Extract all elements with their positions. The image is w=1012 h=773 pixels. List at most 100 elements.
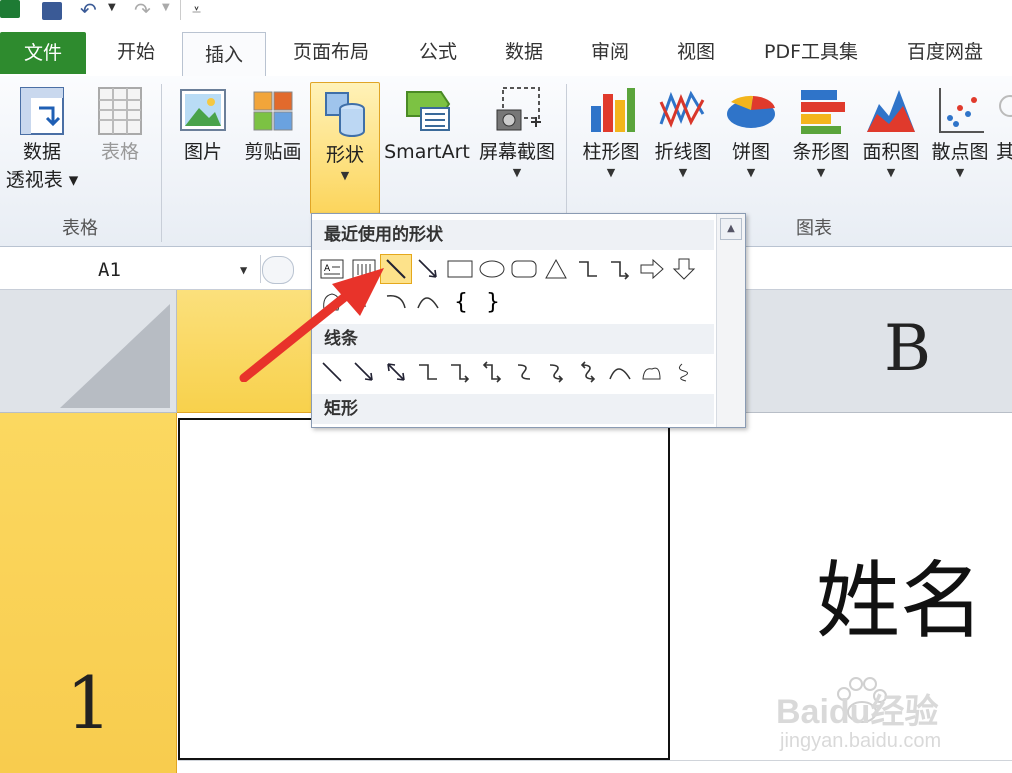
quick-access-toolbar: ↶ ▼ ↷ ▼ ⩡	[0, 0, 1012, 26]
elbow-double-arrow-icon[interactable]	[476, 357, 508, 387]
bar-chart-label: 条形图	[792, 141, 850, 163]
redo-icon[interactable]: ↷	[134, 0, 151, 20]
elbow-arrow-icon[interactable]	[444, 357, 476, 387]
picture-button[interactable]: 图片	[172, 84, 234, 166]
undo-dropdown-icon[interactable]: ▼	[108, 2, 116, 13]
right-brace-icon[interactable]: }	[476, 286, 508, 316]
ribbon-tab-bar: 文件 开始 插入 页面布局 公式 数据 审阅 视图 PDF工具集 百度网盘	[0, 26, 1012, 78]
redo-dropdown-icon[interactable]: ▼	[162, 2, 170, 13]
cell-b1-text: 姓名	[816, 552, 985, 650]
screenshot-label: 屏幕截图	[478, 141, 555, 163]
bar-chart-icon	[801, 90, 845, 134]
svg-text:}: }	[486, 290, 500, 313]
picture-label: 图片	[183, 141, 222, 163]
column-chart-dropdown-icon: ▼	[606, 166, 616, 179]
curve-icon[interactable]	[412, 286, 444, 316]
section-recent-shapes: 最近使用的形状	[312, 220, 714, 250]
group-label-charts: 图表	[796, 218, 832, 239]
name-box[interactable]: A1 ▼	[6, 256, 256, 284]
smartart-icon	[406, 91, 451, 131]
scatter-chart-icon	[939, 88, 984, 133]
name-box-value: A1	[98, 259, 121, 281]
bar-chart-dropdown-icon: ▼	[816, 166, 826, 179]
tab-review[interactable]: 审阅	[572, 26, 648, 76]
customize-qat-icon[interactable]: ⩡	[192, 0, 201, 20]
elbow-arrow-icon[interactable]	[604, 254, 636, 284]
pivot-label-line1: 数据	[22, 141, 61, 163]
table-icon	[98, 87, 142, 135]
other-charts-button[interactable]: 其	[996, 84, 1012, 166]
arc-icon[interactable]	[604, 357, 636, 387]
right-arrow-icon[interactable]	[636, 254, 668, 284]
elbow-connector-icon[interactable]	[572, 254, 604, 284]
line-chart-label: 折线图	[654, 141, 712, 163]
divider	[180, 0, 181, 20]
rounded-rect-icon[interactable]	[508, 254, 540, 284]
screenshot-button[interactable]: 屏幕截图 ▼	[476, 84, 558, 180]
screenshot-dropdown-icon: ▼	[512, 166, 522, 179]
tab-insert[interactable]: 插入	[182, 32, 266, 78]
other-chart-icon	[999, 95, 1012, 117]
tab-page-layout[interactable]: 页面布局	[276, 26, 386, 76]
scatter-chart-dropdown-icon: ▼	[955, 166, 965, 179]
curve-icon[interactable]	[508, 357, 540, 387]
excel-logo-icon	[0, 0, 20, 18]
scribble-icon[interactable]	[668, 357, 700, 387]
shapes-dropdown-icon: ▼	[340, 169, 350, 182]
column-chart-label: 柱形图	[582, 141, 640, 163]
pivot-table-icon	[20, 87, 64, 135]
down-arrow-icon[interactable]	[668, 254, 700, 284]
pie-chart-icon	[727, 95, 775, 128]
line-chart-button[interactable]: 折线图 ▼	[648, 84, 718, 180]
table-label: 表格	[100, 141, 139, 163]
tab-file[interactable]: 文件	[0, 32, 86, 74]
cell-a1[interactable]	[178, 418, 670, 760]
tab-view[interactable]: 视图	[658, 26, 734, 76]
bar-chart-button[interactable]: 条形图 ▼	[786, 84, 856, 180]
tab-data[interactable]: 数据	[486, 26, 562, 76]
curve-arrow-icon[interactable]	[540, 357, 572, 387]
pie-chart-button[interactable]: 饼图 ▼	[720, 84, 782, 180]
scroll-up-button[interactable]: ▲	[720, 218, 742, 240]
section-rectangles: 矩形	[312, 394, 714, 424]
tab-pdf-tools[interactable]: PDF工具集	[748, 26, 874, 76]
select-all-triangle-icon	[60, 304, 170, 408]
column-chart-icon	[591, 88, 635, 132]
area-chart-button[interactable]: 面积图 ▼	[856, 84, 926, 180]
undo-icon[interactable]: ↶	[80, 0, 97, 20]
tab-home[interactable]: 开始	[96, 26, 176, 76]
shapes-button[interactable]: 形状 ▼	[310, 82, 380, 214]
curve-double-arrow-icon[interactable]	[572, 357, 604, 387]
pivot-label-line2: 透视表 ▾	[5, 169, 79, 191]
area-chart-icon	[867, 90, 915, 132]
watermark-brand: Baidu经验	[776, 693, 939, 731]
column-b-label: B	[884, 312, 932, 386]
elbow-icon[interactable]	[412, 357, 444, 387]
picture-icon	[180, 89, 226, 131]
other-charts-label: 其	[996, 141, 1012, 163]
smartart-button[interactable]: SmartArt	[382, 84, 472, 166]
row-header-1[interactable]: 1	[0, 413, 177, 773]
arrow-line-icon[interactable]	[412, 254, 444, 284]
table-button[interactable]: 表格	[88, 84, 152, 166]
gallery-scrollbar[interactable]: ▲	[716, 214, 745, 427]
pivot-table-button[interactable]: 数据 透视表 ▾	[4, 84, 80, 194]
select-all-corner[interactable]	[0, 290, 177, 413]
column-chart-button[interactable]: 柱形图 ▼	[576, 84, 646, 180]
group-separator	[161, 84, 162, 242]
triangle-icon[interactable]	[540, 254, 572, 284]
pie-chart-dropdown-icon: ▼	[746, 166, 756, 179]
line-chart-dropdown-icon: ▼	[678, 166, 688, 179]
tab-baidu-netdisk[interactable]: 百度网盘	[890, 26, 1000, 76]
shapes-label: 形状	[325, 144, 364, 166]
freeform-icon[interactable]	[636, 357, 668, 387]
rectangle-icon[interactable]	[444, 254, 476, 284]
tab-formulas[interactable]: 公式	[400, 26, 476, 76]
scatter-chart-button[interactable]: 散点图 ▼	[926, 84, 994, 180]
left-brace-icon[interactable]: {	[444, 286, 476, 316]
watermark-url: jingyan.baidu.com	[780, 730, 942, 752]
clip-art-button[interactable]: 剪贴画	[240, 84, 306, 166]
shapes-icon	[325, 92, 365, 137]
oval-icon[interactable]	[476, 254, 508, 284]
save-icon[interactable]	[42, 2, 62, 20]
